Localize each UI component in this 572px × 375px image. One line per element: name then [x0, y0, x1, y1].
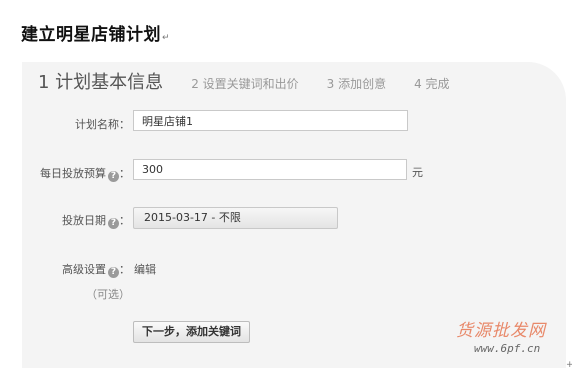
plan-name-label: 计划名称： [75, 118, 130, 131]
document-title-text: 建立明星店铺计划 [21, 25, 161, 45]
help-icon[interactable]: ? [108, 171, 119, 182]
step-2-keywords-bids: 2 设置关键词和出价 [191, 77, 299, 91]
document-title: 建立明星店铺计划↵ [21, 20, 170, 45]
next-step-add-keywords-button[interactable]: 下一步，添加关键词 [133, 321, 250, 343]
daily-budget-colon: ： [119, 167, 130, 180]
schedule-dates-label: 投放日期?： [36, 212, 130, 229]
watermark-logo-text: 货源批发网 [456, 321, 546, 341]
step-3-creatives: 3 添加创意 [326, 77, 387, 91]
watermark-url: www.6pf.cn [474, 342, 541, 355]
help-icon[interactable]: ? [108, 267, 119, 278]
paragraph-mark: ↵ [162, 33, 171, 43]
daily-budget-label-text: 每日投放预算 [40, 167, 106, 180]
schedule-dates-colon: ： [119, 214, 130, 227]
page: 建立明星店铺计划↵ 1 计划基本信息 2 设置关键词和出价 3 添加创意 4 完… [0, 0, 572, 375]
help-icon[interactable]: ? [108, 218, 119, 229]
edit-advanced-settings-link[interactable]: 编辑 [134, 261, 156, 277]
step-indicator: 1 计划基本信息 2 设置关键词和出价 3 添加创意 4 完成 [38, 68, 478, 94]
daily-budget-input[interactable] [133, 159, 407, 180]
step-4-complete: 4 完成 [414, 77, 450, 91]
step-1-basic-info: 1 计划基本信息 [38, 72, 164, 93]
advanced-settings-label-text: 高级设置 [62, 263, 106, 276]
daily-budget-label: 每日投放预算?： [26, 165, 130, 182]
schedule-date-picker[interactable]: 2015-03-17 - 不限 [133, 207, 338, 229]
schedule-dates-label-text: 投放日期 [62, 214, 106, 227]
advanced-settings-label: 高级设置?： [36, 261, 130, 278]
plan-name-input[interactable] [133, 110, 408, 131]
advanced-settings-colon: ： [119, 263, 130, 276]
budget-unit: 元 [412, 166, 423, 179]
corner-mark: + [566, 360, 572, 370]
optional-hint: （可选） [86, 288, 130, 301]
